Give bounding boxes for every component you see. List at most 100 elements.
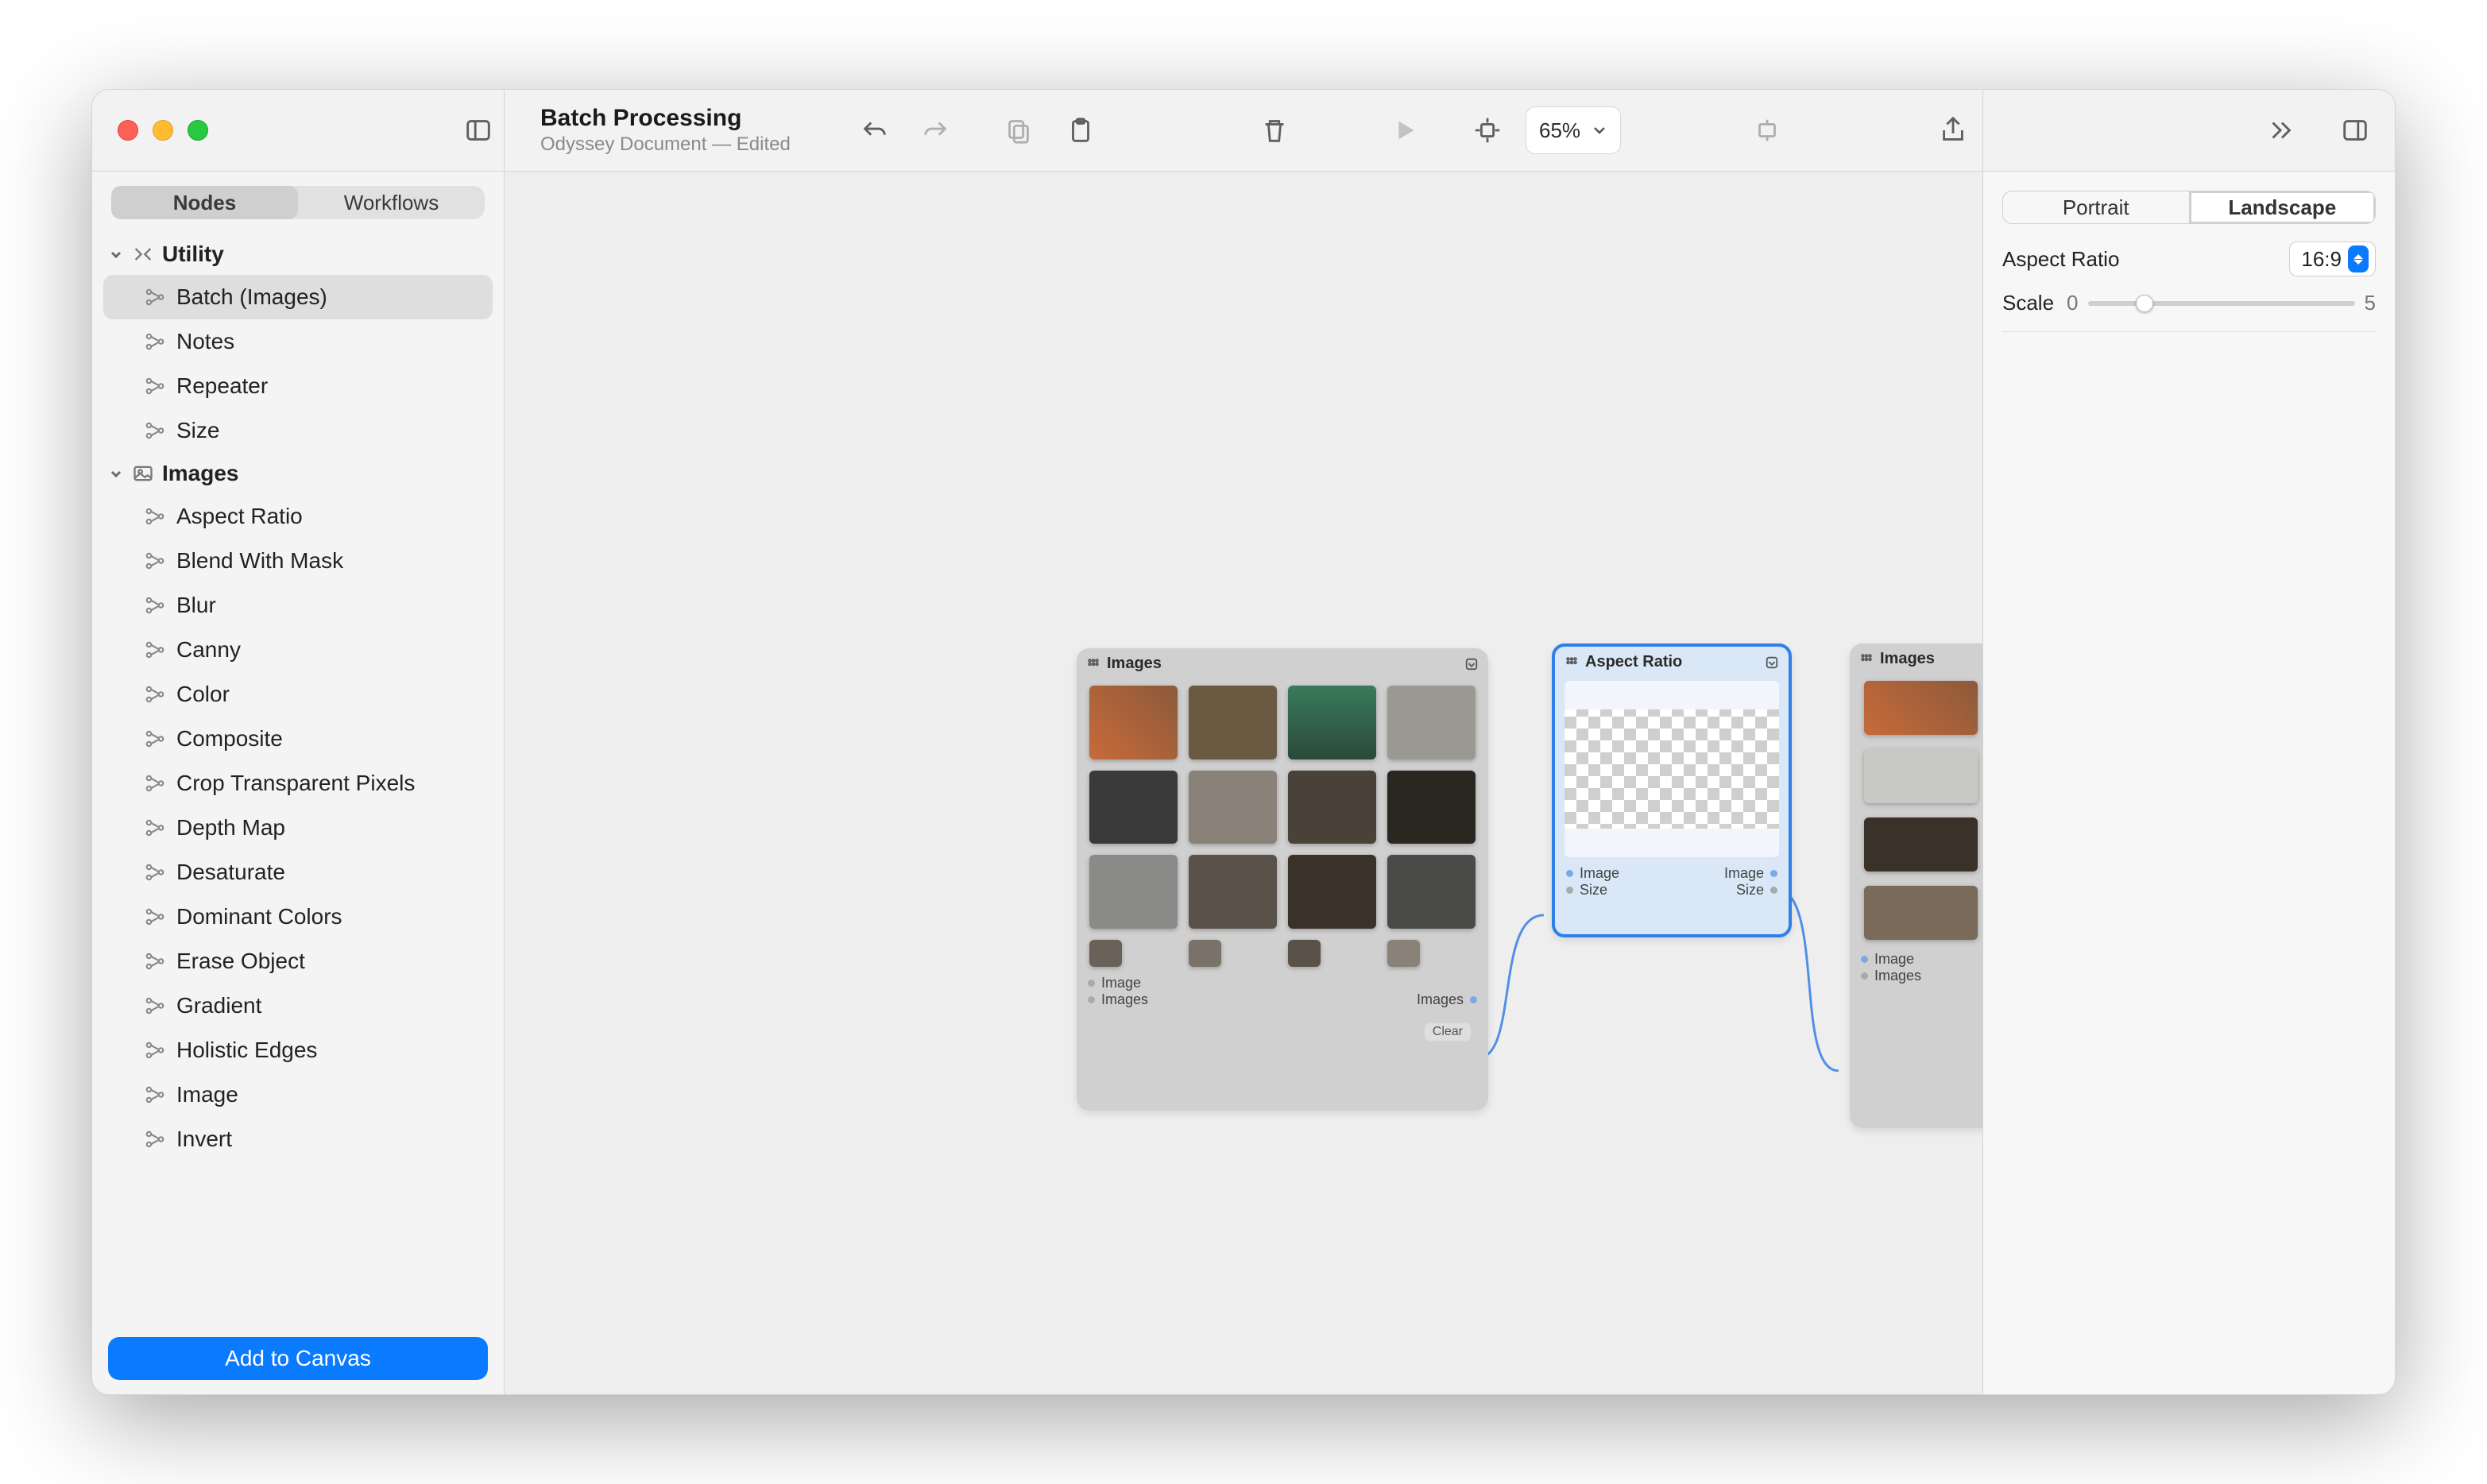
fullscreen-window-button[interactable]	[188, 120, 208, 141]
image-thumbnail[interactable]	[1089, 771, 1178, 844]
canvas-node-images-source[interactable]: Images Clear Image Images Imag	[1077, 648, 1488, 1111]
stepper-icon[interactable]	[2348, 245, 2369, 272]
share-button[interactable]	[1929, 106, 1977, 154]
node-icon	[145, 728, 165, 749]
node-icon	[145, 287, 165, 307]
tree-item-desaturate[interactable]: Desaturate	[103, 850, 493, 895]
image-thumbnail[interactable]	[1089, 686, 1178, 759]
image-thumbnail[interactable]	[1189, 940, 1221, 967]
canvas[interactable]: Images Clear Image Images Imag	[505, 172, 1982, 1394]
scale-max: 5	[2365, 291, 2376, 315]
aspect-ratio-value: 16:9	[2301, 247, 2342, 272]
port-label: Size	[1736, 882, 1764, 899]
chevron-double-right-icon	[2265, 115, 2296, 145]
node-icon	[145, 420, 165, 441]
left-sidebar: Nodes Workflows UtilityBatch (Images)Not…	[92, 172, 504, 1394]
image-thumbnail[interactable]	[1864, 886, 1978, 940]
canvas-node-images-output[interactable]: Images Image Images Image	[1850, 643, 1982, 1128]
port-label: Images	[1874, 968, 1921, 984]
image-icon	[132, 462, 154, 485]
image-thumbnail[interactable]	[1288, 940, 1321, 967]
copy-icon	[1004, 115, 1034, 145]
image-thumbnail[interactable]	[1189, 686, 1277, 759]
port-label: Image	[1874, 951, 1914, 968]
copy-button[interactable]	[995, 106, 1042, 154]
play-button[interactable]	[1381, 106, 1429, 154]
orientation-portrait[interactable]: Portrait	[2003, 191, 2190, 223]
tree-item-batch-images-[interactable]: Batch (Images)	[103, 275, 493, 319]
node-menu-icon[interactable]	[1464, 657, 1479, 671]
window-controls	[118, 120, 208, 141]
add-to-canvas-button[interactable]: Add to Canvas	[108, 1337, 488, 1380]
toggle-sidebar-button[interactable]	[454, 106, 502, 154]
tree-item-canny[interactable]: Canny	[103, 628, 493, 672]
node-handle-icon	[1565, 655, 1579, 670]
minimize-window-button[interactable]	[153, 120, 173, 141]
aspect-ratio-select[interactable]: 16:9	[2289, 242, 2376, 276]
image-thumbnail[interactable]	[1864, 749, 1978, 803]
tree-item-gradient[interactable]: Gradient	[103, 984, 493, 1028]
thumbnail-grid	[1850, 674, 1982, 946]
image-thumbnail[interactable]	[1387, 940, 1420, 967]
image-thumbnail[interactable]	[1288, 855, 1376, 929]
tree-item-composite[interactable]: Composite	[103, 717, 493, 761]
image-thumbnail[interactable]	[1387, 686, 1476, 759]
zoom-select[interactable]: 65%	[1526, 106, 1621, 154]
undo-icon	[859, 115, 889, 145]
tree-item-depth-map[interactable]: Depth Map	[103, 806, 493, 850]
node-title: Images	[1880, 650, 1935, 668]
image-thumbnail[interactable]	[1089, 940, 1122, 967]
node-handle-icon	[1859, 652, 1874, 667]
delete-button[interactable]	[1251, 106, 1298, 154]
scale-slider[interactable]: 0 5	[2067, 291, 2376, 315]
orientation-landscape[interactable]: Landscape	[2190, 191, 2376, 223]
image-thumbnail[interactable]	[1864, 817, 1978, 871]
tree-item-notes[interactable]: Notes	[103, 319, 493, 364]
canvas-node-aspect-ratio[interactable]: Aspect Ratio Image Image Size Size	[1552, 643, 1792, 937]
orientation-segmented: Portrait Landscape	[2002, 191, 2376, 224]
image-thumbnail[interactable]	[1189, 855, 1277, 929]
toggle-inspector-button[interactable]	[2331, 106, 2379, 154]
node-icon	[145, 862, 165, 883]
document-title-block: Batch Processing Odyssey Document — Edit…	[540, 105, 834, 156]
utility-icon	[132, 243, 154, 265]
tree-item-repeater[interactable]: Repeater	[103, 364, 493, 408]
node-icon	[145, 1040, 165, 1061]
tree-item-dominant-colors[interactable]: Dominant Colors	[103, 895, 493, 939]
tree-item-color[interactable]: Color	[103, 672, 493, 717]
clear-thumbnails-label[interactable]: Clear	[1425, 1023, 1471, 1041]
overflow-button[interactable]	[2257, 106, 2304, 154]
redo-button[interactable]	[912, 106, 960, 154]
image-thumbnail[interactable]	[1189, 771, 1277, 844]
tree-item-size[interactable]: Size	[103, 408, 493, 453]
tab-nodes[interactable]: Nodes	[111, 186, 298, 219]
paste-icon	[1066, 115, 1096, 145]
image-thumbnail[interactable]	[1387, 855, 1476, 929]
tree-group-utility[interactable]: Utility	[103, 234, 493, 275]
snapshot-button[interactable]	[1743, 106, 1791, 154]
tree-item-holistic-edges[interactable]: Holistic Edges	[103, 1028, 493, 1072]
fit-button[interactable]	[1464, 106, 1511, 154]
image-thumbnail[interactable]	[1864, 681, 1978, 735]
tree-item-blur[interactable]: Blur	[103, 583, 493, 628]
tab-workflows[interactable]: Workflows	[298, 186, 485, 219]
port-label: Image	[1580, 865, 1619, 882]
close-window-button[interactable]	[118, 120, 138, 141]
tree-group-images[interactable]: Images	[103, 453, 493, 494]
image-thumbnail[interactable]	[1089, 855, 1178, 929]
image-thumbnail[interactable]	[1387, 771, 1476, 844]
node-menu-icon[interactable]	[1765, 655, 1779, 670]
tree-item-crop-transparent-pixels[interactable]: Crop Transparent Pixels	[103, 761, 493, 806]
tree-item-aspect-ratio[interactable]: Aspect Ratio	[103, 494, 493, 539]
tree-item-blend-with-mask[interactable]: Blend With Mask	[103, 539, 493, 583]
tree-item-invert[interactable]: Invert	[103, 1117, 493, 1161]
node-icon	[145, 551, 165, 571]
tree-item-image[interactable]: Image	[103, 1072, 493, 1117]
undo-button[interactable]	[850, 106, 898, 154]
tree-item-erase-object[interactable]: Erase Object	[103, 939, 493, 984]
document-subtitle: Odyssey Document — Edited	[540, 133, 834, 156]
image-thumbnail[interactable]	[1288, 686, 1376, 759]
port-label: Images	[1417, 991, 1464, 1008]
paste-button[interactable]	[1057, 106, 1104, 154]
image-thumbnail[interactable]	[1288, 771, 1376, 844]
